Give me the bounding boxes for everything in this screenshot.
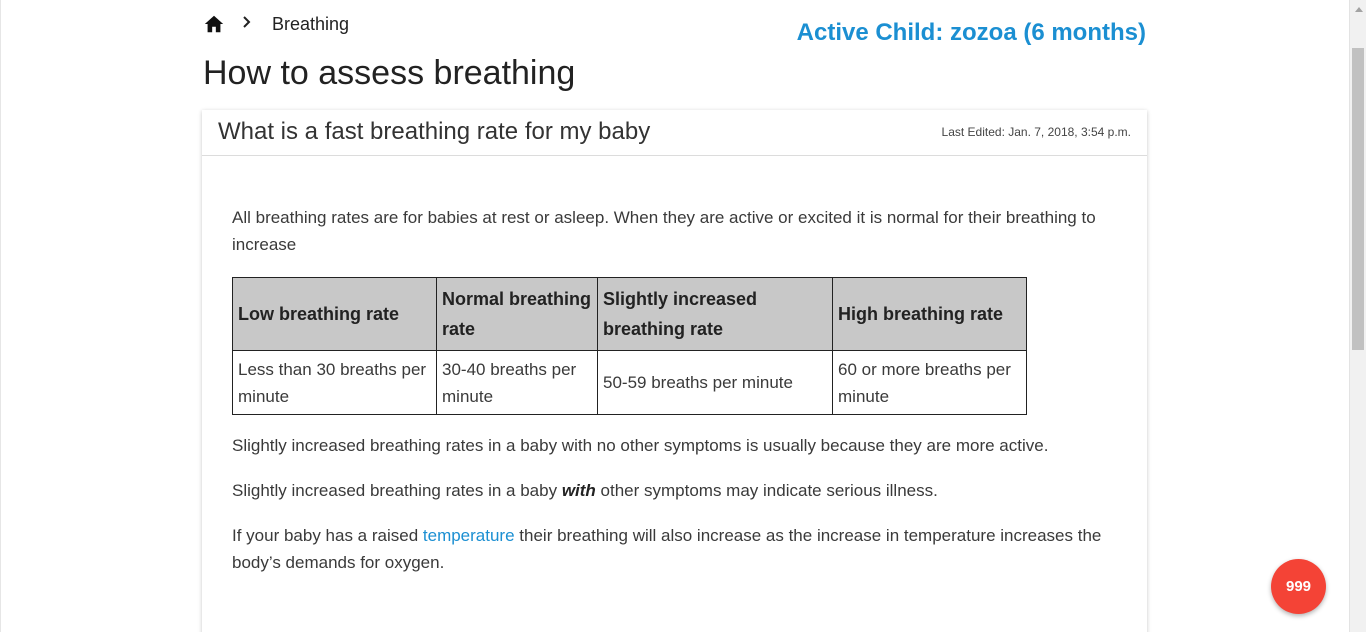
last-edited: Last Edited: Jan. 7, 2018, 3:54 p.m. [941,125,1131,139]
emergency-999-button[interactable]: 999 [1271,559,1326,614]
page-title: How to assess breathing [203,54,576,92]
table-cell: 50-59 breaths per minute [597,350,833,415]
paragraph-text: Slightly increased breathing rates in a … [232,481,562,500]
scroll-up-icon[interactable] [1350,0,1366,17]
paragraph-with-symptoms: Slightly increased breathing rates in a … [232,477,1117,504]
card-header: What is a fast breathing rate for my bab… [202,110,1147,156]
chevron-right-icon [242,15,256,34]
intro-text: All breathing rates are for babies at re… [232,208,1096,254]
paragraph-temperature: If your baby has a raised temperature th… [232,522,1117,576]
table-header-cell: Normal breathing rate [436,277,598,351]
emphasis-text: with [561,481,596,500]
page: Breathing Active Child: zozoa (6 months)… [0,0,1366,632]
table-row: Less than 30 breaths per minute 30-40 br… [232,350,1027,415]
scrollbar[interactable] [1349,0,1366,632]
scrollbar-thumb[interactable] [1352,48,1364,350]
table-cell: Less than 30 breaths per minute [232,350,437,415]
temperature-link[interactable]: temperature [423,526,515,545]
breathing-rate-table: Low breathing rate Normal breathing rate… [232,277,1027,415]
article-card: What is a fast breathing rate for my bab… [202,110,1147,632]
home-icon[interactable] [203,13,225,35]
table-cell: 30-40 breaths per minute [436,350,598,415]
card-body: All breathing rates are for babies at re… [202,156,1147,576]
paragraph-text: If your baby has a raised [232,526,423,545]
table-cell: 60 or more breaths per minute [832,350,1027,415]
breadcrumb-current: Breathing [272,13,350,34]
table-header-cell: High breathing rate [832,277,1027,351]
table-header-cell: Low breathing rate [232,277,437,351]
paragraph-no-symptoms: Slightly increased breathing rates in a … [232,436,1049,455]
table-header-cell: Slightly increased breathing rate [597,277,833,351]
table-header-row: Low breathing rate Normal breathing rate… [232,277,1027,351]
active-child-label[interactable]: Active Child: zozoa (6 months) [797,19,1146,47]
card-title: What is a fast breathing rate for my bab… [218,118,651,145]
breadcrumb: Breathing [203,11,349,37]
paragraph-text: other symptoms may indicate serious illn… [595,481,938,500]
left-border [0,0,1,632]
